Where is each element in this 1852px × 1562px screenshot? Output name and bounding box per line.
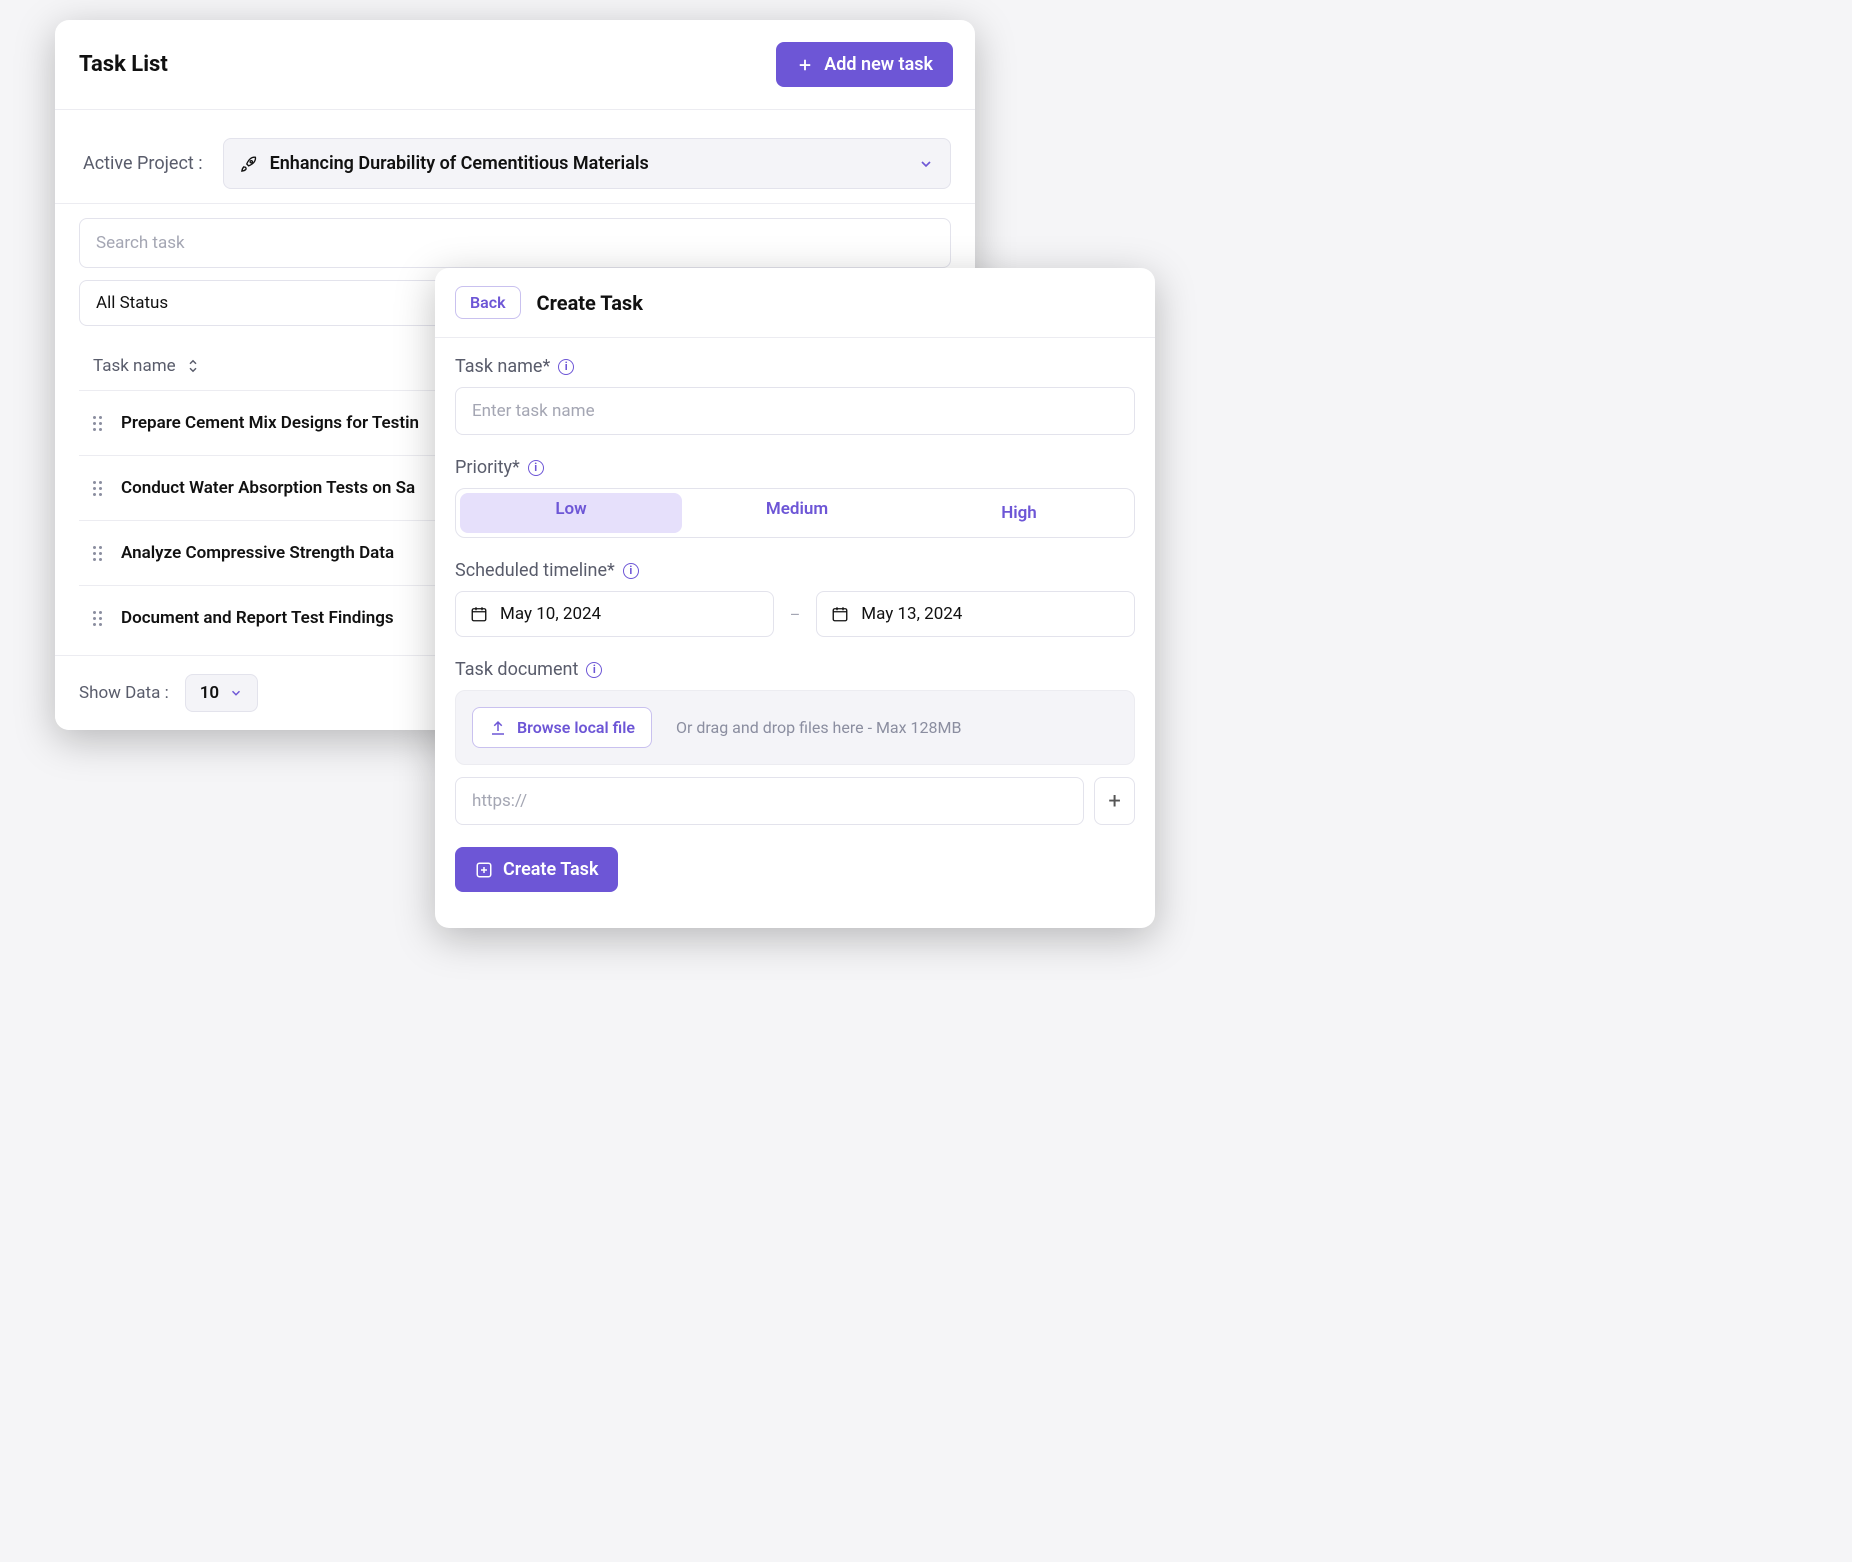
- page-size-select[interactable]: 10: [185, 674, 258, 712]
- create-task-button[interactable]: Create Task: [455, 847, 618, 892]
- drag-handle-icon[interactable]: [93, 481, 107, 496]
- document-label: Task document: [455, 659, 578, 680]
- calendar-icon: [831, 605, 849, 623]
- task-name-cell: Document and Report Test Findings: [121, 608, 394, 628]
- timeline-field: Scheduled timeline* i May 10, 2024 – May…: [455, 560, 1135, 637]
- priority-medium[interactable]: Medium: [686, 489, 908, 537]
- browse-file-label: Browse local file: [517, 718, 635, 737]
- priority-low[interactable]: Low: [460, 493, 682, 533]
- drag-handle-icon[interactable]: [93, 546, 107, 561]
- info-icon[interactable]: i: [528, 460, 544, 476]
- active-project-row: Active Project : Enhancing Durability of…: [55, 110, 975, 204]
- info-icon[interactable]: i: [623, 563, 639, 579]
- task-name-cell: Prepare Cement Mix Designs for Testin: [121, 413, 419, 433]
- drag-handle-icon[interactable]: [93, 611, 107, 626]
- sort-icon: [184, 357, 202, 375]
- status-filter-value: All Status: [96, 293, 168, 313]
- task-name-cell: Analyze Compressive Strength Data: [121, 543, 394, 563]
- priority-segmented: Low Medium High: [455, 488, 1135, 538]
- column-task-name: Task name: [93, 356, 176, 376]
- timeline-label: Scheduled timeline*: [455, 560, 615, 581]
- url-input[interactable]: [455, 777, 1084, 825]
- search-input[interactable]: [79, 218, 951, 268]
- upload-dropzone[interactable]: Browse local file Or drag and drop files…: [455, 690, 1135, 765]
- task-list-header: Task List Add new task: [55, 20, 975, 110]
- chevron-down-icon: [229, 686, 243, 700]
- add-task-button[interactable]: Add new task: [776, 42, 953, 87]
- chevron-down-icon: [918, 156, 934, 172]
- task-name-label: Task name*: [455, 356, 550, 377]
- rocket-icon: [240, 155, 258, 173]
- add-url-button[interactable]: +: [1094, 777, 1135, 825]
- page-title: Task List: [79, 52, 168, 77]
- add-task-label: Add new task: [824, 54, 933, 75]
- task-name-cell: Conduct Water Absorption Tests on Sa: [121, 478, 415, 498]
- drag-handle-icon[interactable]: [93, 416, 107, 431]
- date-separator: –: [790, 605, 801, 624]
- task-name-input[interactable]: [455, 387, 1135, 435]
- task-name-field: Task name* i: [455, 356, 1135, 435]
- plus-icon: [796, 56, 814, 74]
- end-date-input[interactable]: May 13, 2024: [816, 591, 1135, 637]
- info-icon[interactable]: i: [558, 359, 574, 375]
- show-data-label: Show Data :: [79, 683, 169, 703]
- plus-square-icon: [475, 861, 493, 879]
- calendar-icon: [470, 605, 488, 623]
- browse-file-button[interactable]: Browse local file: [472, 707, 652, 748]
- start-date-input[interactable]: May 10, 2024: [455, 591, 774, 637]
- create-task-panel: Back Create Task Task name* i Priority* …: [435, 268, 1155, 928]
- end-date-value: May 13, 2024: [861, 604, 962, 624]
- active-project-label: Active Project :: [83, 153, 203, 174]
- page-size-value: 10: [200, 683, 219, 703]
- document-field: Task document i Browse local file Or dra…: [455, 659, 1135, 825]
- project-select[interactable]: Enhancing Durability of Cementitious Mat…: [223, 138, 951, 189]
- start-date-value: May 10, 2024: [500, 604, 601, 624]
- plus-icon: +: [1108, 789, 1120, 814]
- create-task-header: Back Create Task: [435, 268, 1155, 338]
- priority-label: Priority*: [455, 457, 520, 478]
- upload-icon: [489, 719, 507, 737]
- back-button[interactable]: Back: [455, 286, 521, 319]
- project-select-value: Enhancing Durability of Cementitious Mat…: [270, 153, 906, 174]
- priority-field: Priority* i Low Medium High: [455, 457, 1135, 538]
- create-task-body: Task name* i Priority* i Low Medium High…: [435, 338, 1155, 912]
- create-task-label: Create Task: [503, 859, 598, 880]
- upload-hint: Or drag and drop files here - Max 128MB: [676, 718, 961, 737]
- create-task-title: Create Task: [537, 291, 643, 315]
- priority-high[interactable]: High: [908, 493, 1130, 533]
- info-icon[interactable]: i: [586, 662, 602, 678]
